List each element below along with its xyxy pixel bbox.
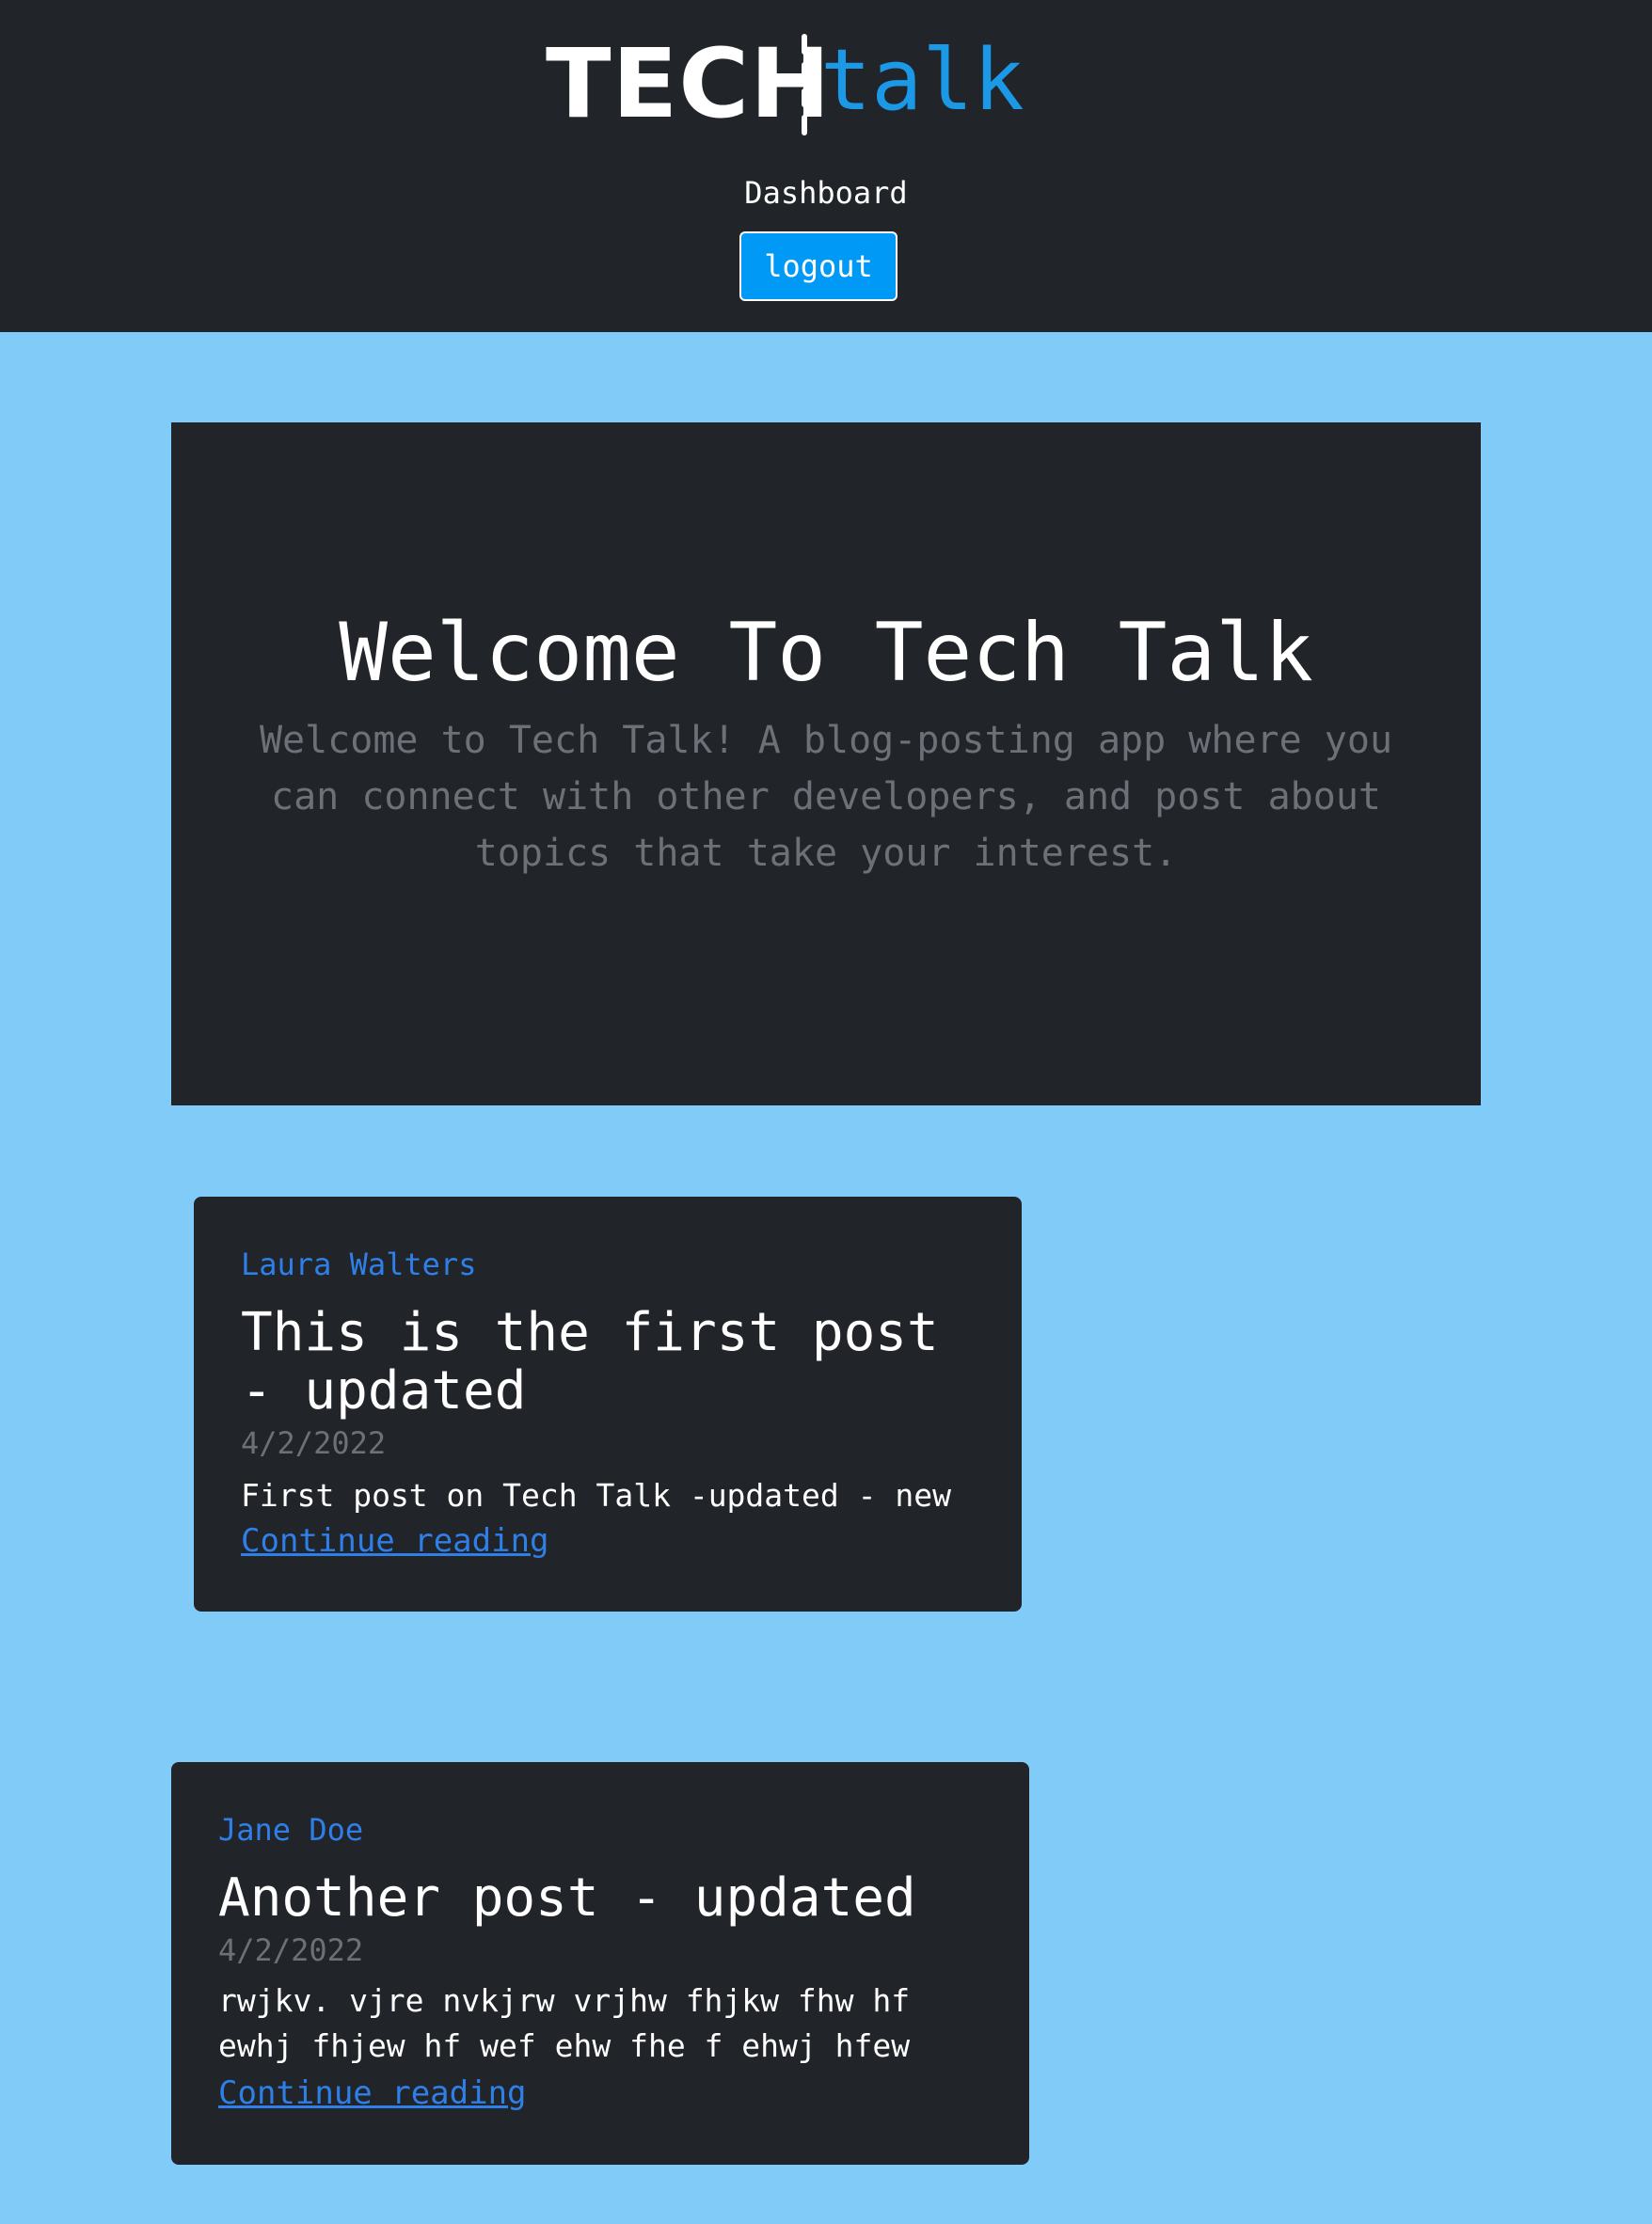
logo-word-talk: talk (820, 31, 1025, 130)
post-title[interactable]: This is the first post - updated (241, 1304, 984, 1421)
post-date: 4/2/2022 (241, 1425, 387, 1461)
post-date: 4/2/2022 (218, 1932, 364, 1968)
site-header: TECH talk Dashboard logout (0, 0, 1652, 332)
hero-title: Welcome To Tech Talk (339, 606, 1313, 700)
hero-banner: Welcome To Tech Talk Welcome to Tech Tal… (171, 422, 1481, 1105)
logo-word-tech: TECH (546, 28, 832, 140)
nav-dashboard-link[interactable]: Dashboard (0, 169, 1652, 216)
logout-button[interactable]: logout (739, 231, 897, 301)
post-card: Laura Walters This is the first post - u… (194, 1197, 1022, 1612)
site-logo[interactable]: TECH talk (546, 28, 1025, 141)
post-author[interactable]: Laura Walters (241, 1246, 476, 1283)
post-title[interactable]: Another post - updated (218, 1869, 990, 1928)
post-excerpt: rwjkv. vjre nvkjrw vrjhw fhjkw fhw hf ew… (218, 1982, 911, 2064)
post-excerpt: First post on Tech Talk -updated - new (241, 1477, 951, 1514)
logo-divider-icon (802, 34, 807, 135)
post-author[interactable]: Jane Doe (218, 1811, 363, 1849)
continue-reading-link[interactable]: Continue reading (218, 2074, 527, 2112)
hero-description: Welcome to Tech Talk! A blog-posting app… (259, 719, 1393, 875)
post-card: Jane Doe Another post - updated 4/2/2022… (171, 1762, 1029, 2165)
continue-reading-link[interactable]: Continue reading (241, 1522, 549, 1560)
